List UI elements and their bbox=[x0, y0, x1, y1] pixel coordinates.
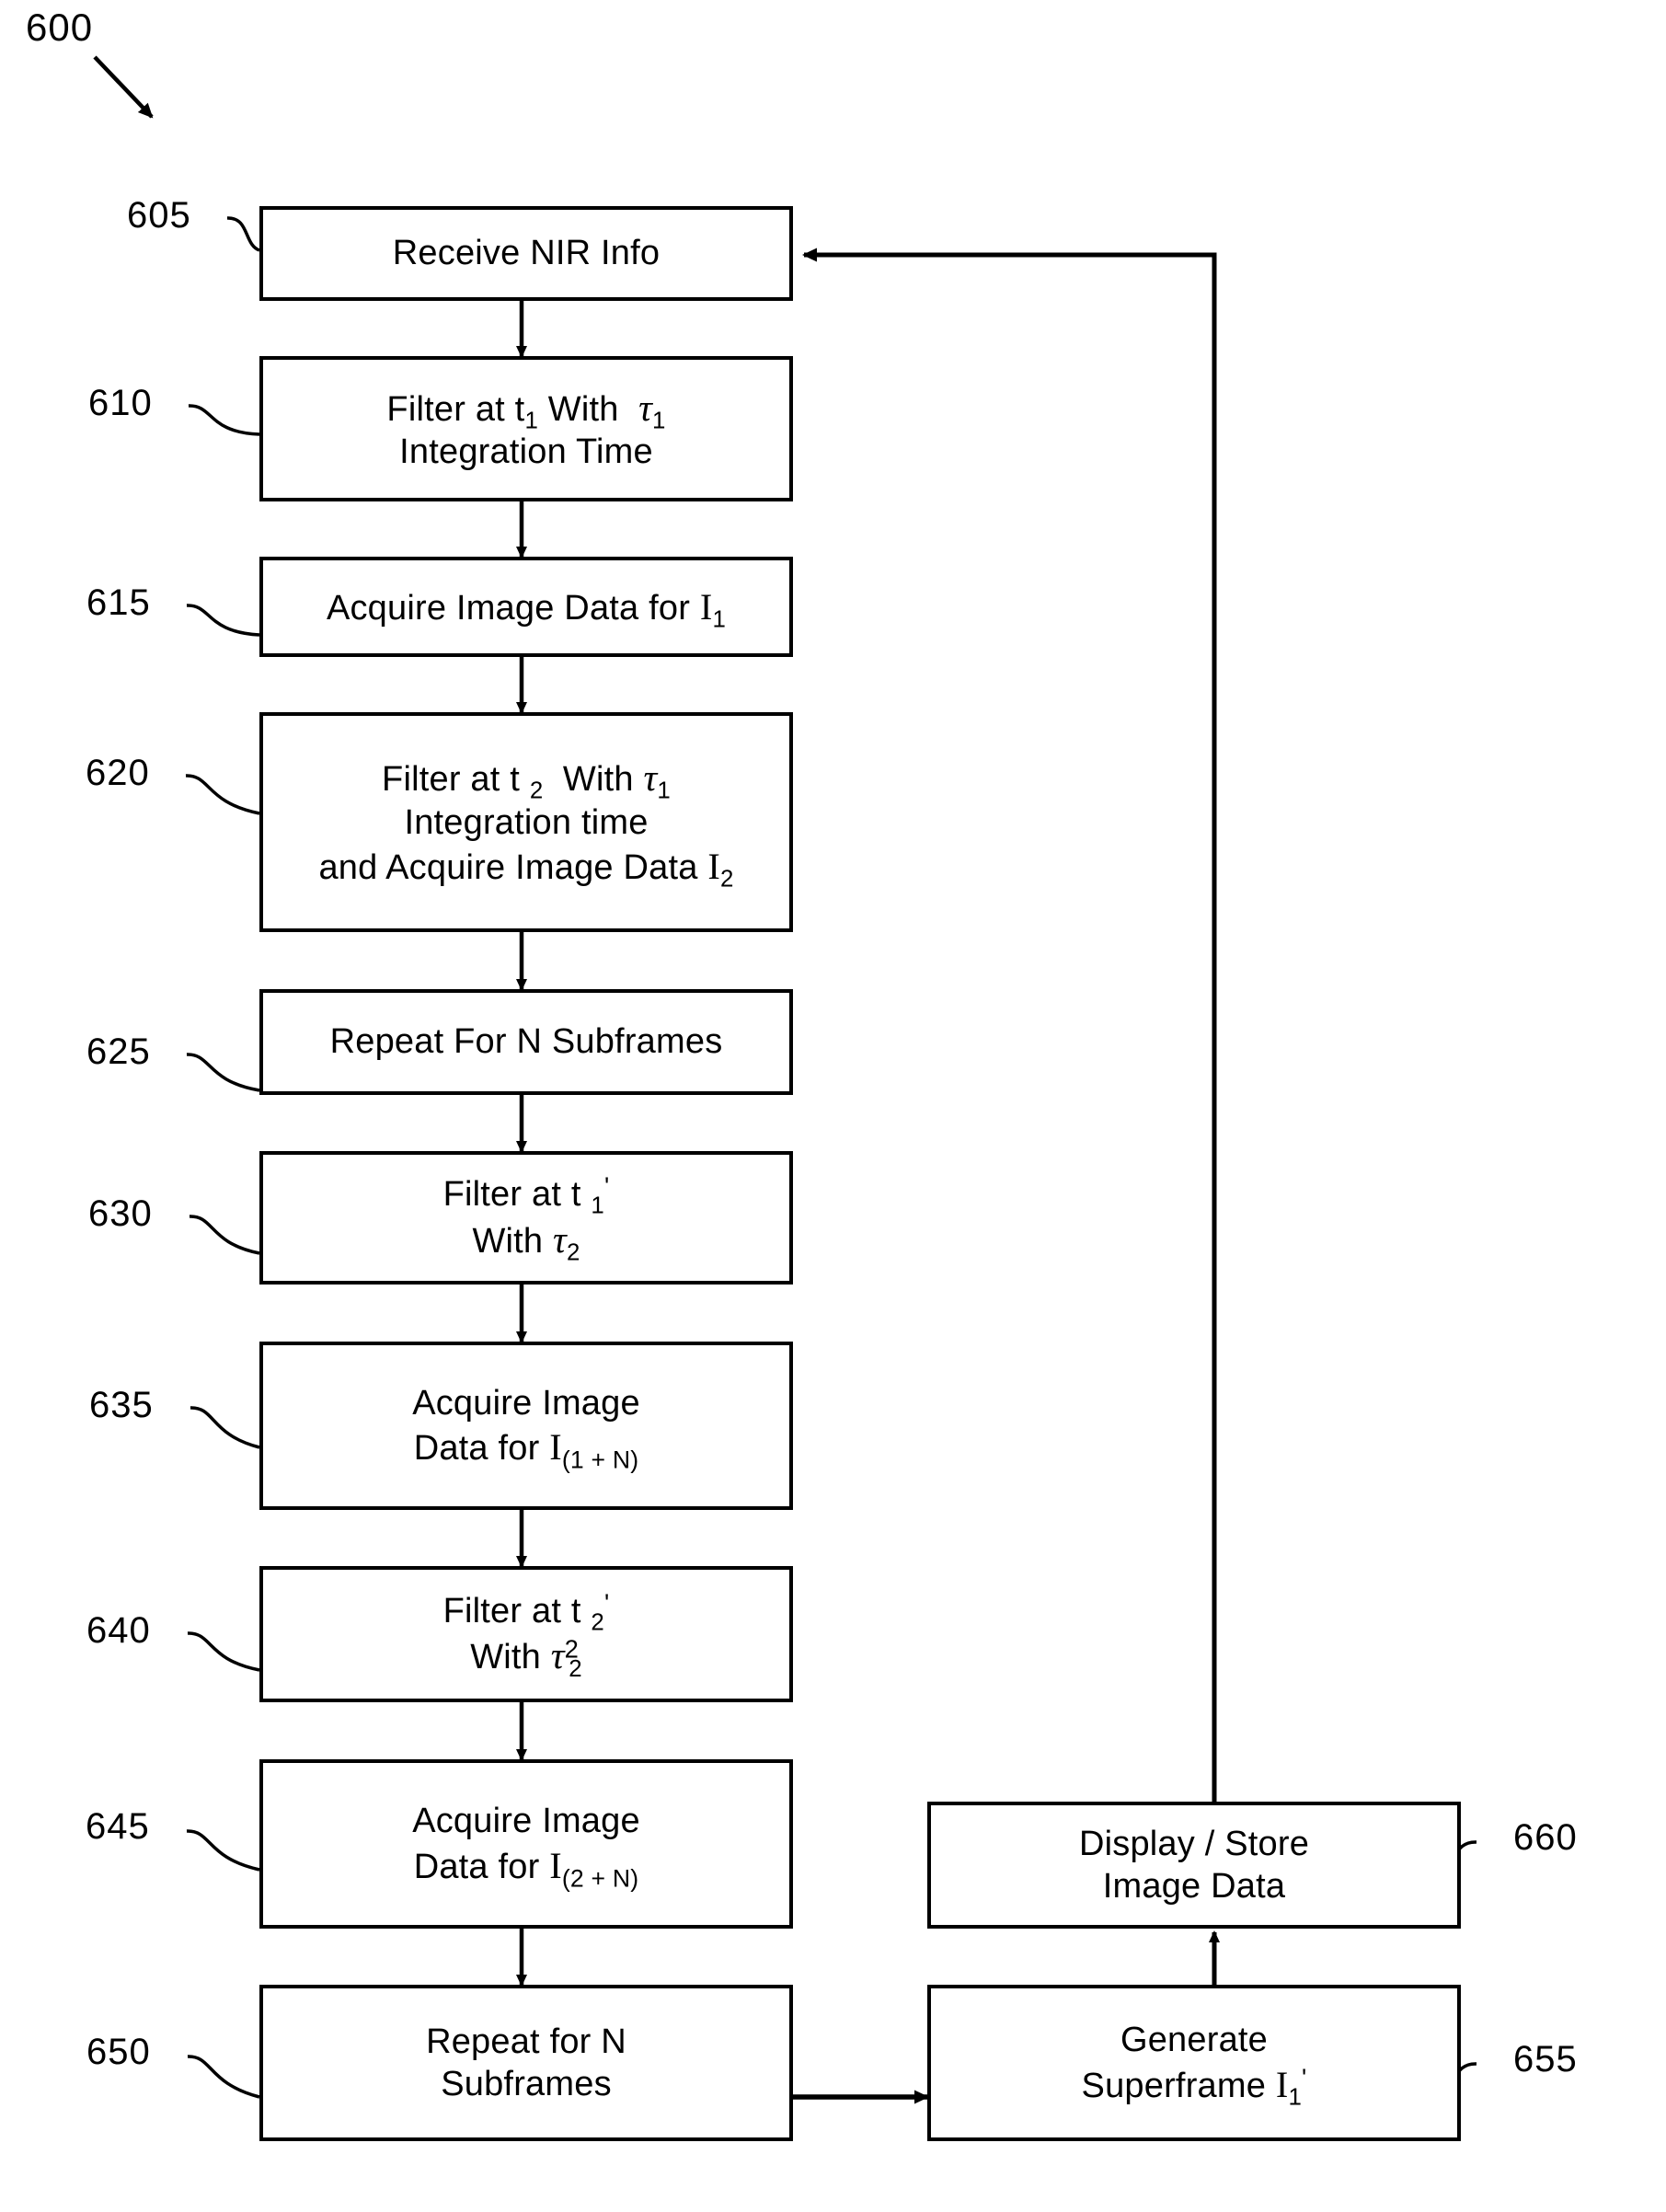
node-640-l2-tau: τ bbox=[550, 1634, 565, 1676]
node-630-l1-sub: 1 bbox=[591, 1192, 604, 1219]
node-635-line-2: Data for I(1 + N) bbox=[413, 1424, 639, 1472]
ref-label-655: 655 bbox=[1513, 2039, 1578, 2080]
node-640-filter-t2prime-tau2[interactable]: Filter at t 2' With τ22 bbox=[259, 1566, 793, 1702]
node-635-l2-i: I bbox=[549, 1426, 562, 1468]
node-610-l1-a: Filter at t bbox=[386, 389, 525, 429]
node-630-l2-sub: 2 bbox=[566, 1239, 580, 1266]
node-620-l1-a: Filter at t bbox=[382, 760, 521, 800]
node-640-line-2: With τ22 bbox=[470, 1632, 582, 1680]
figure-lead-arrow bbox=[93, 55, 154, 119]
reference-leaders bbox=[185, 216, 260, 2099]
node-620-l1-b: With bbox=[562, 760, 634, 800]
node-630-l2-a: With bbox=[472, 1221, 544, 1261]
node-640-l2-a: With bbox=[470, 1638, 541, 1676]
node-605-receive-nir-info[interactable]: Receive NIR Info bbox=[259, 206, 793, 301]
node-630-l1-prime: ' bbox=[603, 1171, 610, 1201]
node-655-l2-i: I bbox=[1275, 2063, 1289, 2105]
node-645-line-2: Data for I(2 + N) bbox=[413, 1843, 639, 1891]
ref-label-650: 650 bbox=[86, 2032, 151, 2072]
node-635-line-1: Acquire Image bbox=[412, 1383, 640, 1423]
node-625-line-1: Repeat For N Subframes bbox=[329, 1022, 723, 1062]
ref-label-635: 635 bbox=[89, 1385, 154, 1425]
node-610-l1-b: With bbox=[547, 389, 619, 429]
node-620-l1-sub1: 2 bbox=[529, 778, 544, 804]
node-620-line-2: Integration time bbox=[404, 802, 649, 842]
node-630-line-1: Filter at t 1' bbox=[442, 1171, 610, 1217]
node-635-l2-a: Data for bbox=[413, 1429, 540, 1468]
node-645-l2-i: I bbox=[549, 1844, 562, 1886]
node-615-l1-sub: 1 bbox=[712, 606, 727, 633]
node-620-l1-sub2: 1 bbox=[657, 778, 671, 804]
node-610-line-1: Filter at t1 With τ1 bbox=[386, 385, 666, 434]
node-660-display-store-image-data[interactable]: Display / Store Image Data bbox=[927, 1802, 1461, 1929]
node-655-line-2: Superframe I1' bbox=[1081, 2062, 1307, 2111]
node-620-filter-t2-tau1-acquire-i2[interactable]: Filter at t 2 With τ1 Integration time a… bbox=[259, 712, 793, 932]
node-620-l3-sub: 2 bbox=[719, 866, 734, 893]
node-620-l3-a: and Acquire Image Data bbox=[318, 848, 698, 888]
node-610-l1-tau: τ bbox=[638, 386, 652, 429]
ref-label-605: 605 bbox=[127, 195, 191, 236]
node-640-l1-prime: ' bbox=[603, 1588, 610, 1618]
ref-label-625: 625 bbox=[86, 1031, 151, 1072]
node-625-repeat-for-n-subframes[interactable]: Repeat For N Subframes bbox=[259, 989, 793, 1095]
ref-label-615: 615 bbox=[86, 582, 151, 623]
node-655-line-1: Generate bbox=[1120, 2021, 1269, 2060]
node-620-l1-tau: τ bbox=[643, 756, 658, 800]
ref-label-660: 660 bbox=[1513, 1817, 1578, 1858]
node-655-l2-a: Superframe bbox=[1081, 2066, 1267, 2105]
node-650-line-2: Subframes bbox=[441, 2065, 612, 2103]
node-610-l1-sub1: 1 bbox=[524, 408, 539, 434]
node-655-l2-sub: 1 bbox=[1288, 2084, 1303, 2111]
node-640-line-1: Filter at t 2' bbox=[442, 1588, 610, 1636]
node-640-l1-a: Filter at t bbox=[442, 1591, 581, 1630]
node-620-l3-i: I bbox=[707, 846, 720, 888]
node-630-line-2: With τ2 bbox=[472, 1216, 580, 1266]
node-610-line-2: Integration Time bbox=[399, 432, 653, 471]
ref-label-630: 630 bbox=[88, 1193, 153, 1234]
node-635-l2-sub: (1 + N) bbox=[561, 1446, 639, 1474]
node-645-acquire-image-data-i2plusn[interactable]: Acquire Image Data for I(2 + N) bbox=[259, 1759, 793, 1929]
node-650-repeat-for-n-subframes-2[interactable]: Repeat for N Subframes bbox=[259, 1985, 793, 2141]
ref-label-640: 640 bbox=[86, 1610, 151, 1651]
node-610-filter-t1-tau1[interactable]: Filter at t1 With τ1 Integration Time bbox=[259, 356, 793, 501]
node-630-l2-tau: τ bbox=[553, 1217, 567, 1261]
node-640-l1-sub: 2 bbox=[591, 1609, 604, 1636]
node-615-l1-a: Acquire Image Data for bbox=[326, 588, 691, 628]
node-615-line-1: Acquire Image Data for I1 bbox=[326, 584, 727, 633]
node-645-line-1: Acquire Image bbox=[412, 1802, 640, 1841]
node-620-line-3: and Acquire Image Data I2 bbox=[318, 844, 733, 891]
ref-label-610: 610 bbox=[88, 383, 153, 423]
node-660-line-2: Image Data bbox=[1102, 1867, 1286, 1906]
node-660-line-1: Display / Store bbox=[1078, 1824, 1310, 1863]
node-615-l1-i: I bbox=[699, 585, 713, 628]
node-610-l1-sub2: 1 bbox=[652, 408, 666, 434]
node-635-acquire-image-data-i1plusn[interactable]: Acquire Image Data for I(1 + N) bbox=[259, 1342, 793, 1510]
node-640-l2-sub: 2 bbox=[569, 1655, 582, 1682]
ref-label-645: 645 bbox=[86, 1806, 150, 1847]
patent-figure-page: 600 Receive NIR Info 605 Filter at t1 Wi… bbox=[0, 0, 1666, 2212]
node-630-filter-t1prime-tau2[interactable]: Filter at t 1' With τ2 bbox=[259, 1151, 793, 1285]
node-630-l1-a: Filter at t bbox=[442, 1175, 581, 1215]
node-615-acquire-image-data-i1[interactable]: Acquire Image Data for I1 bbox=[259, 557, 793, 657]
figure-reference-number: 600 bbox=[26, 6, 94, 49]
node-605-line-1: Receive NIR Info bbox=[392, 234, 661, 273]
node-650-line-1: Repeat for N bbox=[426, 2022, 626, 2061]
node-655-l2-prime: ' bbox=[1302, 2063, 1307, 2092]
node-655-generate-superframe[interactable]: Generate Superframe I1' bbox=[927, 1985, 1461, 2141]
feedback-path-660-to-605 bbox=[802, 248, 1217, 1802]
ref-label-620: 620 bbox=[86, 753, 150, 793]
node-620-line-1: Filter at t 2 With τ1 bbox=[382, 755, 671, 804]
node-645-l2-a: Data for bbox=[413, 1847, 540, 1886]
node-645-l2-sub: (2 + N) bbox=[561, 1863, 639, 1892]
